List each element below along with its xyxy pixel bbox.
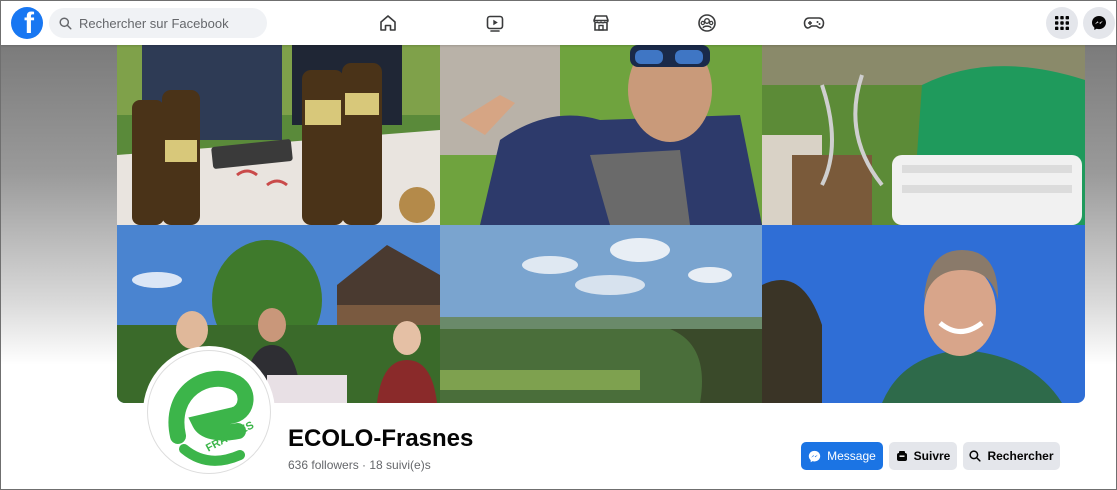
page-search-button-label: Rechercher — [987, 449, 1054, 463]
cover-photo-bottles — [117, 45, 440, 225]
messenger-icon — [808, 450, 821, 462]
search-icon — [59, 16, 72, 30]
cover-photo-smiling-man — [762, 225, 1085, 403]
marketplace-icon[interactable] — [590, 12, 612, 34]
cover-photo-man-sunglasses — [440, 45, 762, 225]
gaming-icon[interactable] — [803, 12, 825, 34]
cover-photo-collage[interactable] — [117, 45, 1085, 403]
page-search-button[interactable]: Rechercher — [963, 442, 1060, 470]
follow-icon — [896, 451, 907, 461]
message-button[interactable]: Message — [801, 442, 883, 470]
follow-button-label: Suivre — [913, 449, 951, 463]
messenger-icon[interactable] — [1083, 7, 1115, 39]
cover-photo-garden-chairs — [762, 45, 1085, 225]
page-title: ECOLO-Frasnes — [288, 425, 474, 452]
facebook-page: f Rechercher sur Facebook FRASNES ECOLO-… — [0, 0, 1117, 490]
menu-grid-icon[interactable] — [1046, 7, 1078, 39]
facebook-search-box[interactable] — [49, 8, 267, 38]
facebook-logo-icon[interactable]: f — [11, 7, 43, 39]
message-button-label: Message — [827, 449, 876, 463]
groups-icon[interactable] — [696, 12, 718, 34]
ecolo-frasnes-logo: FRASNES — [147, 350, 271, 474]
follow-button[interactable]: Suivre — [889, 442, 957, 470]
facebook-logo-letter: f — [24, 7, 34, 39]
profile-picture[interactable]: FRASNES — [143, 346, 275, 478]
top-navigation-bar: f — [1, 1, 1116, 45]
video-icon[interactable] — [484, 12, 506, 34]
cover-photo-landscape — [440, 225, 762, 403]
home-icon[interactable] — [377, 12, 399, 34]
search-icon — [969, 450, 982, 462]
page-follower-stats[interactable]: 636 followers · 18 suivi(e)s — [288, 458, 431, 472]
search-input[interactable] — [79, 15, 249, 31]
